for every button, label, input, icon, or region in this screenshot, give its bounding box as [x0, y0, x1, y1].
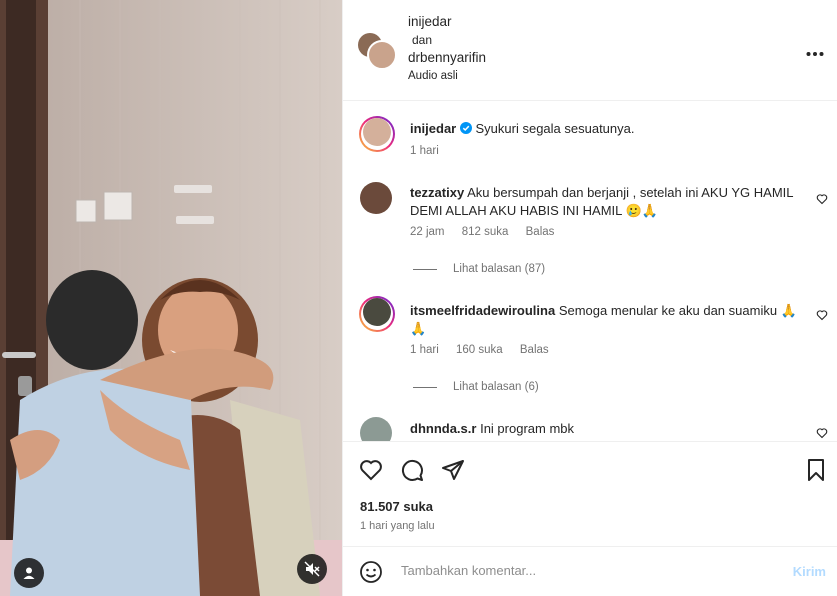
post-comment-button[interactable]: Kirim [793, 564, 826, 579]
comment-composer: Kirim [343, 546, 837, 596]
caption-avatar[interactable] [359, 116, 395, 152]
comment-reply-button[interactable]: Balas [526, 226, 555, 238]
post-side-panel: inijedar dan drbennyarifin Audio asli in… [342, 0, 837, 596]
verified-badge-icon [459, 122, 472, 134]
comment-time[interactable]: 1 hari [410, 344, 439, 356]
caption-time[interactable]: 1 hari [410, 145, 439, 157]
comment-like-icon[interactable] [816, 193, 828, 205]
share-icon[interactable] [441, 458, 465, 482]
comment-username[interactable]: tezzatixy [410, 185, 464, 200]
view-replies-button[interactable]: Lihat balasan (6) [413, 381, 539, 393]
emoji-icon[interactable] [359, 560, 383, 584]
header-username-2[interactable]: drbennyarifin [408, 49, 486, 67]
comment-username[interactable]: dhnnda.s.r [410, 421, 476, 436]
comment-avatar[interactable] [360, 417, 392, 441]
bookmark-icon[interactable] [805, 458, 827, 482]
comment-text: tezzatixy Aku bersumpah dan berjanji , s… [410, 184, 800, 220]
comment-likes[interactable]: 160 suka [456, 344, 503, 356]
heart-icon[interactable] [359, 458, 383, 482]
more-horizontal-icon [806, 52, 824, 56]
comment-likes[interactable]: 812 suka [462, 226, 509, 238]
comment-time[interactable]: 22 jam [410, 226, 445, 238]
comment-avatar[interactable] [360, 182, 392, 214]
comments-list[interactable]: inijedar Syukuri segala sesuatunya. 1 ha… [343, 101, 837, 441]
comment-input[interactable] [399, 562, 763, 579]
comment-meta: 1 hari 160 suka Balas [410, 344, 563, 356]
audio-link[interactable]: Audio asli [408, 67, 486, 85]
comment-like-icon[interactable] [816, 427, 828, 439]
caption-text: inijedar Syukuri segala sesuatunya. [410, 120, 800, 138]
user-tag-button[interactable] [14, 558, 44, 588]
more-options-button[interactable] [806, 40, 824, 63]
comment-like-icon[interactable] [816, 309, 828, 321]
comment-body: Aku bersumpah dan berjanji , setelah ini… [410, 185, 794, 218]
caption-body: Syukuri segala sesuatunya. [475, 121, 635, 136]
user-tag-icon [23, 567, 35, 579]
comment-meta: 22 jam 812 suka Balas [410, 226, 568, 238]
replies-divider [413, 386, 437, 388]
caption-meta: 1 hari [410, 145, 453, 157]
view-replies-button[interactable]: Lihat balasan (87) [413, 263, 545, 275]
post-time[interactable]: 1 hari yang lalu [360, 520, 435, 532]
post-photo [0, 0, 342, 596]
comment-text: itsmeelfridadewiroulina Semoga menular k… [410, 302, 800, 338]
replies-divider [413, 268, 437, 270]
muted-speaker-icon [304, 561, 320, 577]
view-replies-label: Lihat balasan (6) [453, 381, 539, 393]
comment-reply-button[interactable]: Balas [520, 344, 549, 356]
header-collab: inijedar dan drbennyarifin Audio asli [408, 13, 486, 85]
post-media[interactable] [0, 0, 342, 596]
caption-username[interactable]: inijedar [410, 121, 456, 136]
comment-text: dhnnda.s.r Ini program mbk [410, 420, 800, 438]
mute-button[interactable] [297, 554, 327, 584]
comment-username[interactable]: itsmeelfridadewiroulina [410, 303, 555, 318]
view-replies-label: Lihat balasan (87) [453, 263, 546, 275]
comment-avatar[interactable] [359, 296, 395, 332]
post-actions: 81.507 suka 1 hari yang lalu [343, 441, 837, 545]
header-connector: dan [412, 33, 433, 47]
header-username-1[interactable]: inijedar [408, 13, 486, 31]
comment-body: Ini program mbk [480, 421, 574, 436]
avatar-drbennyarifin[interactable] [367, 40, 397, 70]
comment-icon[interactable] [400, 458, 424, 482]
likes-count[interactable]: 81.507 suka [360, 499, 433, 514]
post-header: inijedar dan drbennyarifin Audio asli [343, 0, 837, 101]
